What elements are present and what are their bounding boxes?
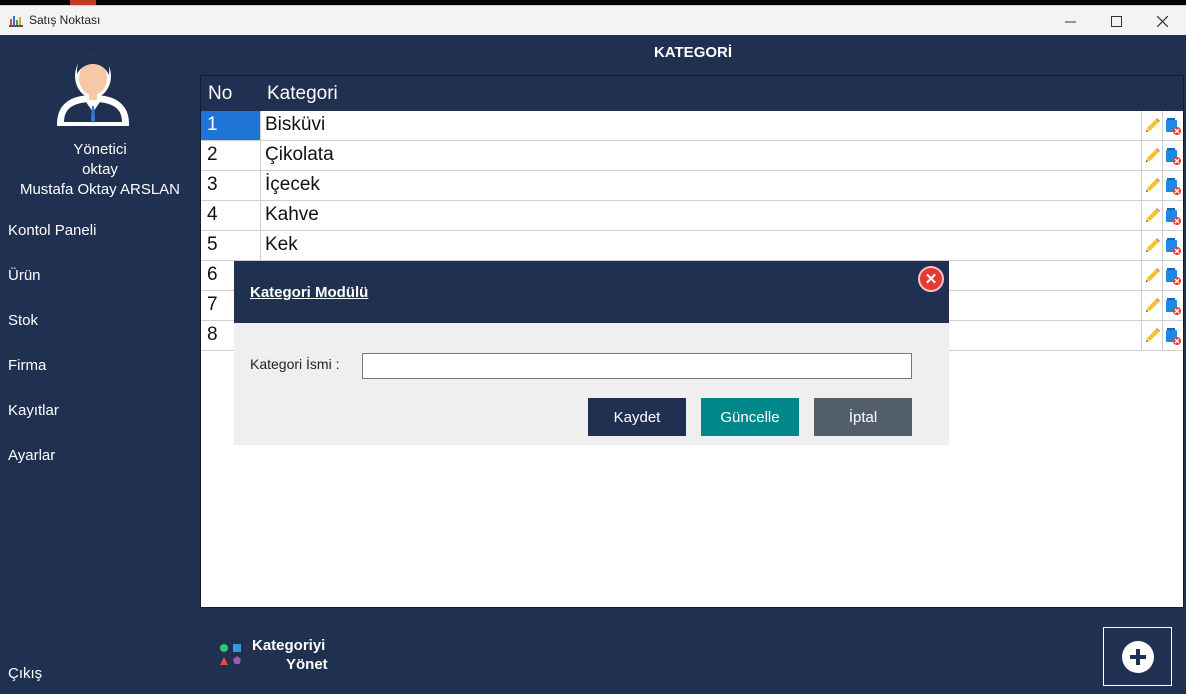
close-window-button[interactable] — [1139, 6, 1185, 36]
delete-row-button[interactable] — [1162, 141, 1183, 170]
delete-icon — [1166, 237, 1181, 255]
app-window: Satış Noktası Yönetici oktay Mustafa Okt… — [0, 0, 1186, 694]
row-category-cell[interactable]: Bisküvi — [265, 114, 325, 136]
sidebar-item-dashboard[interactable]: Kontol Paneli — [8, 222, 96, 239]
row-category-cell[interactable]: İçecek — [265, 174, 320, 196]
delete-row-button[interactable] — [1162, 321, 1183, 350]
delete-icon — [1166, 267, 1181, 285]
delete-row-button[interactable] — [1162, 231, 1183, 260]
edit-row-button[interactable] — [1141, 291, 1162, 320]
delete-icon — [1166, 297, 1181, 315]
pencil-icon — [1145, 328, 1160, 342]
row-number-cell[interactable]: 4 — [201, 201, 261, 230]
column-header-no[interactable]: No — [208, 83, 232, 105]
sidebar-item-records[interactable]: Kayıtlar — [8, 402, 59, 419]
delete-row-button[interactable] — [1162, 171, 1183, 200]
pencil-icon — [1145, 298, 1160, 312]
edit-row-button[interactable] — [1141, 231, 1162, 260]
user-role: Yönetici — [73, 141, 127, 158]
edit-row-button[interactable] — [1141, 201, 1162, 230]
minimize-button[interactable] — [1047, 6, 1093, 36]
user-full-name: Mustafa Oktay ARSLAN — [19, 181, 181, 198]
table-row[interactable]: 1 Bisküvi — [201, 111, 1183, 141]
sidebar-item-products[interactable]: Ürün — [8, 267, 41, 284]
row-category-cell[interactable]: Kahve — [265, 204, 319, 226]
pencil-icon — [1145, 178, 1160, 192]
shapes-icon — [220, 644, 241, 665]
sidebar: Yönetici oktay Mustafa Oktay ARSLAN Kont… — [0, 35, 200, 694]
minimize-icon — [1064, 21, 1076, 22]
table-row[interactable]: 2 Çikolata — [201, 141, 1183, 171]
delete-icon — [1166, 207, 1181, 225]
edit-row-button[interactable] — [1141, 111, 1162, 140]
manage-category-label-line2: Yönet — [286, 656, 328, 673]
close-icon[interactable]: ✕ — [918, 266, 944, 292]
maximize-icon — [1110, 15, 1122, 27]
delete-icon — [1166, 177, 1181, 195]
delete-row-button[interactable] — [1162, 201, 1183, 230]
pencil-icon — [1145, 208, 1160, 222]
cancel-button[interactable]: İptal — [814, 398, 912, 436]
edit-row-button[interactable] — [1141, 171, 1162, 200]
delete-icon — [1166, 147, 1181, 165]
row-number-cell[interactable]: 1 — [201, 111, 261, 140]
app-icon — [9, 16, 23, 27]
manage-category-label-line1: Kategoriyi — [252, 637, 326, 654]
category-name-input[interactable] — [362, 353, 912, 379]
username: oktay — [82, 161, 118, 178]
delete-row-button[interactable] — [1162, 261, 1183, 290]
row-number-cell[interactable]: 3 — [201, 171, 261, 200]
table-header: No Kategori — [201, 76, 1183, 111]
modal-header: Kategori Modülü ✕ — [234, 261, 949, 323]
table-row[interactable]: 4 Kahve — [201, 201, 1183, 231]
save-button[interactable]: Kaydet — [588, 398, 686, 436]
table-row[interactable]: 3 İçecek — [201, 171, 1183, 201]
delete-icon — [1166, 327, 1181, 345]
sidebar-item-stock[interactable]: Stok — [8, 312, 38, 329]
edit-row-button[interactable] — [1141, 141, 1162, 170]
delete-icon — [1166, 117, 1181, 135]
maximize-button[interactable] — [1093, 6, 1139, 36]
delete-row-button[interactable] — [1162, 291, 1183, 320]
edit-row-button[interactable] — [1141, 261, 1162, 290]
modal-title: Kategori Modülü — [250, 284, 369, 301]
logout-button[interactable]: Çıkış — [8, 665, 42, 682]
user-avatar-icon — [56, 54, 130, 126]
update-button[interactable]: Güncelle — [701, 398, 799, 436]
delete-row-button[interactable] — [1162, 111, 1183, 140]
window-title: Satış Noktası — [29, 13, 101, 27]
page-title: KATEGORİ — [653, 44, 733, 61]
category-name-label: Kategori İsmi : — [250, 356, 340, 372]
pencil-icon — [1145, 118, 1160, 132]
title-bar: Satış Noktası — [0, 5, 1186, 35]
row-number-cell[interactable]: 5 — [201, 231, 261, 260]
close-icon — [1156, 15, 1168, 27]
category-modal: Kategori Modülü ✕ Kategori İsmi : Kaydet… — [234, 261, 949, 445]
add-category-button[interactable] — [1103, 627, 1172, 686]
row-category-cell[interactable]: Çikolata — [265, 144, 334, 166]
pencil-icon — [1145, 268, 1160, 282]
pencil-icon — [1145, 238, 1160, 252]
pencil-icon — [1145, 148, 1160, 162]
edit-row-button[interactable] — [1141, 321, 1162, 350]
sidebar-item-settings[interactable]: Ayarlar — [8, 447, 55, 464]
plus-circle-icon — [1121, 640, 1154, 673]
column-header-category[interactable]: Kategori — [267, 83, 338, 105]
row-number-cell[interactable]: 2 — [201, 141, 261, 170]
row-category-cell[interactable]: Kek — [265, 234, 298, 256]
table-row[interactable]: 5 Kek — [201, 231, 1183, 261]
sidebar-item-company[interactable]: Firma — [8, 357, 46, 374]
